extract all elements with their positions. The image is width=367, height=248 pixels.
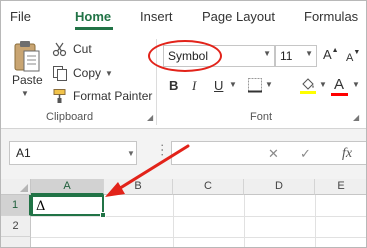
cut-label: Cut	[73, 42, 92, 56]
scissors-icon	[52, 41, 68, 57]
excel-window: File Home Insert Page Layout Formulas Pa…	[0, 0, 367, 248]
column-header-a[interactable]: A	[31, 179, 104, 195]
font-launcher-icon[interactable]: ◢	[353, 113, 359, 122]
borders-button[interactable]: ▼	[247, 77, 273, 97]
copy-icon	[52, 65, 68, 81]
clipboard-group-label: Clipboard	[46, 111, 94, 123]
select-all-button[interactable]	[1, 179, 31, 195]
select-all-icon	[20, 184, 28, 192]
font-size-value: 11	[280, 49, 293, 63]
gridline	[173, 195, 174, 247]
row-header-3[interactable]	[1, 237, 31, 247]
cut-button[interactable]: Cut	[52, 39, 92, 59]
worksheet-grid: A B C D E 1 2 Δ	[1, 179, 366, 247]
column-header-d[interactable]: D	[244, 179, 315, 195]
cell-a1[interactable]: Δ	[31, 195, 104, 216]
ribbon-home: Paste ▼ Cut Copy ▼ Format Painter Clipbo…	[1, 33, 366, 129]
name-box[interactable]: A1	[9, 141, 137, 165]
gridline	[315, 195, 316, 247]
font-size-combobox[interactable]: 11 ▼	[275, 45, 317, 67]
column-header-c[interactable]: C	[173, 179, 244, 195]
copy-button[interactable]: Copy ▼	[52, 63, 113, 83]
gridline	[31, 237, 366, 238]
font-color-swatch	[331, 93, 348, 96]
italic-button[interactable]: I	[192, 78, 196, 96]
tab-page-layout[interactable]: Page Layout	[202, 9, 275, 24]
cancel-icon[interactable]: ✕	[268, 146, 279, 162]
cell-a1-value: Δ	[36, 199, 46, 214]
tab-formulas[interactable]: Formulas	[304, 9, 358, 24]
tab-home[interactable]: Home	[75, 9, 111, 24]
font-name-dropdown-icon[interactable]: ▼	[263, 49, 271, 58]
name-box-dropdown-icon[interactable]: ▼	[127, 149, 135, 158]
decrease-font-size-button[interactable]: A▼	[346, 49, 360, 67]
font-size-dropdown-icon[interactable]: ▼	[305, 49, 313, 58]
annotation-circle	[148, 40, 222, 72]
gridline	[31, 216, 366, 217]
insert-function-icon[interactable]: fx	[342, 146, 352, 162]
active-tab-indicator	[75, 27, 113, 30]
row-header-2[interactable]: 2	[1, 216, 31, 237]
formula-input[interactable]: ✕ ✓ fx	[171, 141, 366, 165]
format-painter-button[interactable]: Format Painter	[52, 86, 152, 106]
borders-dropdown-icon[interactable]: ▼	[265, 80, 273, 89]
fill-color-button[interactable]: ▼	[299, 76, 327, 98]
fill-handle[interactable]	[100, 212, 106, 218]
paintbrush-icon	[52, 88, 68, 104]
format-painter-label: Format Painter	[73, 89, 153, 103]
paste-dropdown-icon[interactable]: ▼	[21, 89, 29, 98]
underline-dropdown-icon[interactable]: ▼	[229, 80, 237, 98]
splitter-icon[interactable]: ⋯	[154, 143, 171, 156]
tab-file[interactable]: File	[10, 9, 31, 24]
row-header-1[interactable]: 1	[1, 195, 31, 216]
borders-icon	[248, 78, 262, 93]
gridline	[244, 195, 245, 247]
font-color-dropdown-icon[interactable]: ▼	[352, 80, 360, 89]
tab-insert[interactable]: Insert	[140, 9, 173, 24]
column-header-b[interactable]: B	[104, 179, 173, 195]
ribbon-tab-bar: File Home Insert Page Layout Formulas	[1, 1, 366, 33]
formula-bar-area: A1 ▼ ⋯ ✕ ✓ fx	[1, 129, 366, 179]
name-box-value: A1	[16, 146, 31, 160]
paste-label[interactable]: Paste	[12, 73, 43, 87]
bold-button[interactable]: B	[169, 78, 178, 96]
increase-font-size-button[interactable]: A▲	[323, 47, 339, 65]
font-color-button[interactable]: A ▼	[331, 76, 361, 98]
paste-icon	[14, 41, 40, 72]
font-color-icon: A	[334, 76, 345, 93]
enter-icon[interactable]: ✓	[300, 146, 311, 162]
font-group-label: Font	[250, 111, 273, 123]
copy-label: Copy	[73, 66, 102, 80]
decrease-font-icon: A▼	[346, 49, 361, 64]
paint-bucket-icon	[300, 78, 316, 94]
clipboard-launcher-icon[interactable]: ◢	[147, 113, 153, 122]
column-header-e[interactable]: E	[315, 179, 366, 195]
increase-font-icon: A▲	[323, 47, 339, 62]
fill-color-dropdown-icon[interactable]: ▼	[319, 80, 327, 89]
paste-button[interactable]	[13, 39, 41, 73]
copy-dropdown-icon[interactable]: ▼	[105, 69, 113, 78]
underline-button[interactable]: U	[214, 78, 223, 96]
